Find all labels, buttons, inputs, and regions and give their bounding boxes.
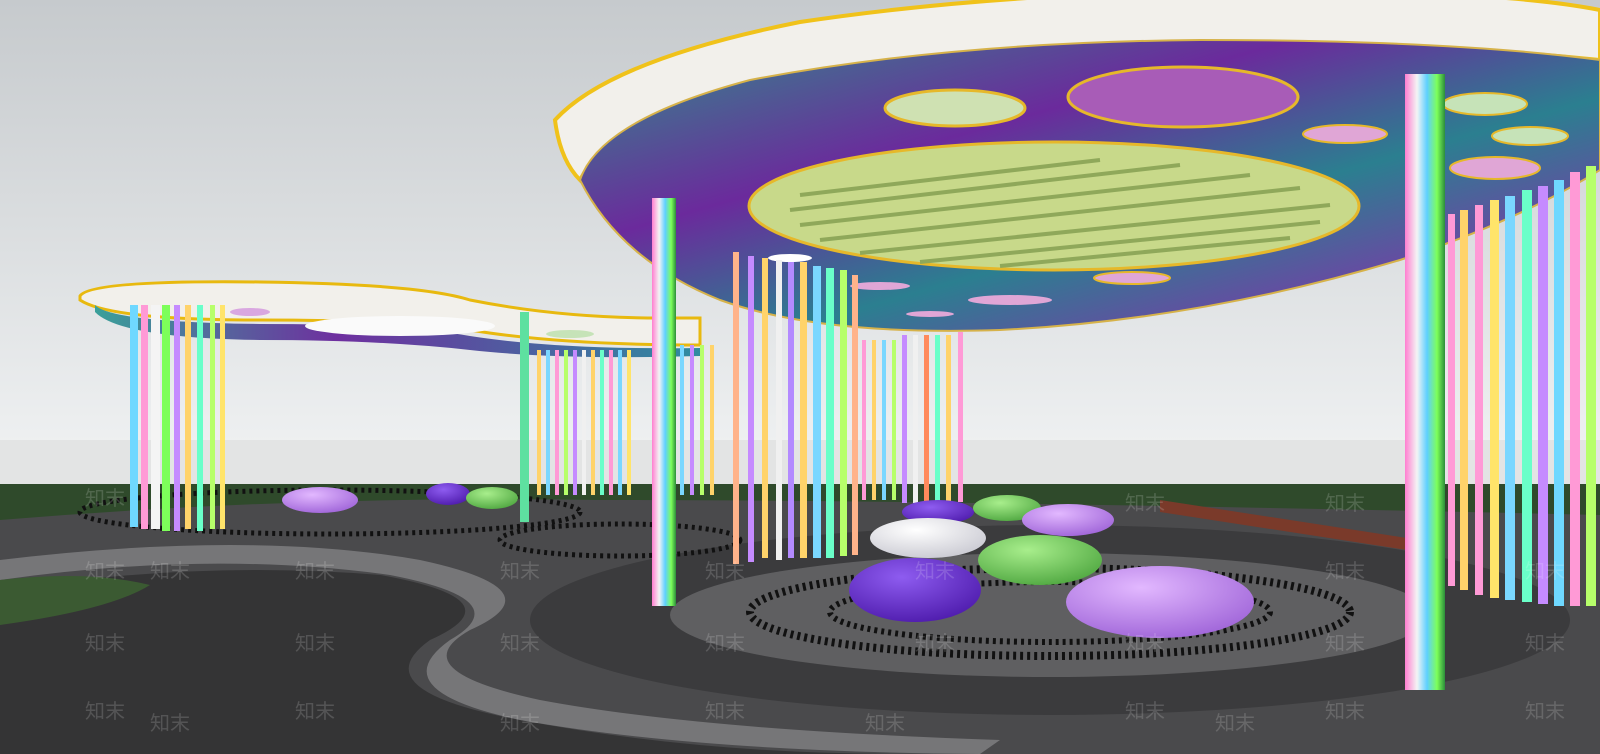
watermark: 知末: [1525, 699, 1565, 723]
stool-pink: [1022, 504, 1114, 536]
pillar-front-left: [652, 198, 676, 606]
watermark: 知末: [1125, 631, 1165, 655]
watermark: 知末: [85, 699, 125, 723]
watermark: 知末: [1325, 559, 1365, 583]
watermark: 知末: [1325, 491, 1365, 515]
watermark: 知末: [85, 486, 125, 510]
sketchup-pavilion-render: 知末 知末 知末 知末 知末 知末 知末 知末 知末 知末 知末 知末 知末 知…: [0, 0, 1600, 754]
watermark: 知末: [295, 631, 335, 655]
watermark: 知末: [85, 631, 125, 655]
stool-white: [870, 518, 986, 558]
watermark: 知末: [1125, 699, 1165, 723]
watermark: 知末: [85, 559, 125, 583]
watermark: 知末: [1125, 491, 1165, 515]
watermark: 知末: [1325, 631, 1365, 655]
watermark: 知末: [500, 631, 540, 655]
watermark: 知末: [1215, 711, 1255, 735]
stool-big-pink: [1066, 566, 1254, 638]
watermark: 知末: [295, 699, 335, 723]
stool-far-violet: [426, 483, 470, 505]
stool-far-left-purple: [282, 487, 358, 513]
watermark: 知末: [1325, 699, 1365, 723]
watermark: 知末: [150, 711, 190, 735]
watermark: 知末: [500, 711, 540, 735]
stool-far-green: [466, 487, 518, 509]
watermark: 知末: [705, 699, 745, 723]
watermark: 知末: [865, 711, 905, 735]
watermark: 知末: [705, 559, 745, 583]
pillar-front-right: [1405, 74, 1445, 690]
watermark: 知末: [705, 631, 745, 655]
watermark: 知末: [295, 559, 335, 583]
watermark: 知末: [915, 631, 955, 655]
watermark: 知末: [915, 559, 955, 583]
watermark: 知末: [150, 559, 190, 583]
watermark: 知末: [500, 559, 540, 583]
stool-big-green: [978, 535, 1102, 585]
watermark: 知末: [1525, 631, 1565, 655]
watermark: 知末: [1525, 559, 1565, 583]
